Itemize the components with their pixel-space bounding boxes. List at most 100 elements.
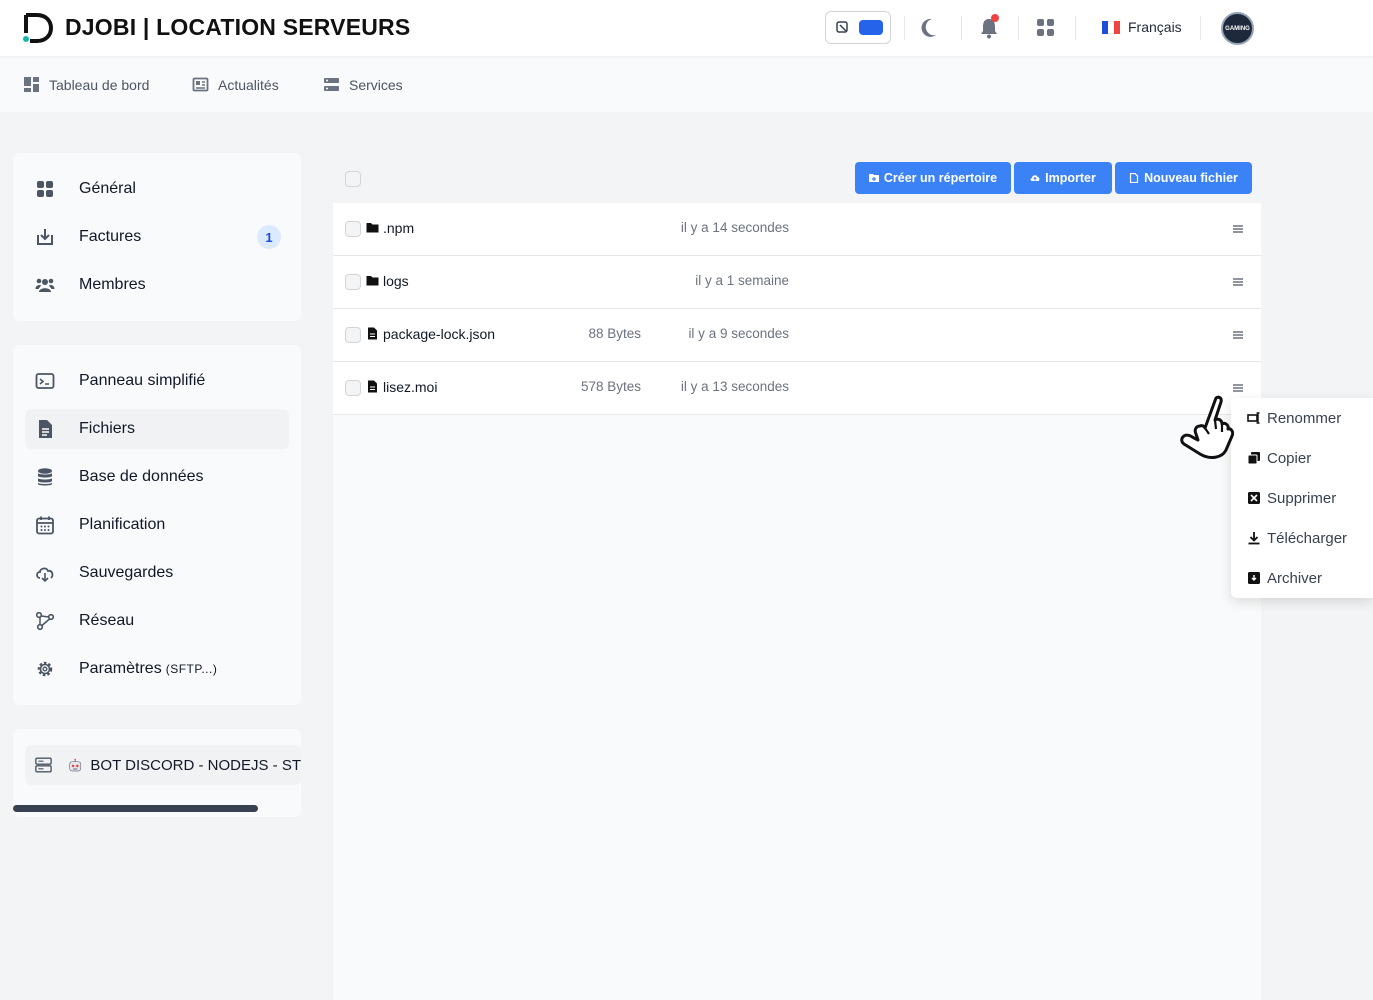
menu-item-label: Télécharger bbox=[1267, 529, 1348, 547]
cloud-backup-icon bbox=[36, 567, 54, 583]
menu-item-label: Supprimer bbox=[1267, 489, 1337, 507]
folder-plus-icon bbox=[868, 174, 879, 182]
sidebar-item-label: Factures bbox=[79, 228, 142, 245]
nav-dashboard[interactable]: Tableau de bord bbox=[23, 76, 149, 93]
copy-icon bbox=[1247, 452, 1260, 465]
sidebar-item-invoices[interactable]: Factures 1 bbox=[25, 217, 289, 257]
file-size: 88 Bytes bbox=[588, 326, 641, 341]
sidebar-item-label: Paramètres bbox=[79, 660, 162, 677]
avatar[interactable]: GAMING bbox=[1221, 12, 1254, 45]
sidebar-item-members[interactable]: Membres bbox=[25, 265, 289, 305]
file-icon bbox=[368, 380, 377, 393]
sidebar-item-label: Réseau bbox=[79, 612, 135, 629]
contrast-icon bbox=[836, 21, 848, 33]
nav-label: Tableau de bord bbox=[49, 76, 150, 93]
menu-item-label: Renommer bbox=[1267, 409, 1342, 427]
row-checkbox[interactable] bbox=[345, 327, 361, 343]
nav-services[interactable]: Services bbox=[323, 76, 403, 93]
menu-item-rename[interactable]: Renommer bbox=[1231, 400, 1373, 436]
sidebar-item-database[interactable]: Base de données bbox=[25, 457, 289, 497]
nav-news[interactable]: Actualités bbox=[192, 76, 279, 93]
divider bbox=[1200, 16, 1201, 40]
sidebar-item-files[interactable]: Fichiers bbox=[25, 409, 289, 449]
notification-dot bbox=[991, 14, 999, 22]
file-manager: Créer un répertoire Importer Nouveau fic… bbox=[333, 153, 1261, 1000]
gear-icon bbox=[37, 661, 53, 677]
row-checkbox[interactable] bbox=[345, 221, 361, 237]
hamburger-menu-icon[interactable] bbox=[1231, 276, 1245, 288]
import-button[interactable]: Importer bbox=[1014, 162, 1112, 194]
hand-cursor-icon bbox=[1180, 395, 1234, 459]
horizontal-scrollbar[interactable] bbox=[13, 805, 258, 812]
toggle-pill bbox=[859, 20, 883, 35]
sidebar-item-settings[interactable]: Paramètres (SFTP...) bbox=[25, 649, 289, 689]
file-name[interactable]: logs bbox=[383, 273, 409, 289]
row-checkbox[interactable] bbox=[345, 274, 361, 290]
sidebar-item-backups[interactable]: Sauvegardes bbox=[25, 553, 289, 593]
language-selector[interactable]: Français bbox=[1102, 19, 1182, 35]
divider bbox=[961, 16, 962, 40]
moon-icon[interactable] bbox=[919, 15, 945, 41]
rename-icon bbox=[1247, 412, 1260, 424]
file-row[interactable]: package-lock.json 88 Bytes il y a 9 seco… bbox=[333, 309, 1261, 362]
select-all-checkbox[interactable] bbox=[345, 171, 361, 187]
menu-item-copy[interactable]: Copier bbox=[1231, 440, 1373, 476]
grid-icon bbox=[37, 181, 53, 197]
menu-item-label: Copier bbox=[1267, 449, 1312, 467]
invoice-count-badge: 1 bbox=[257, 225, 281, 249]
account-menu: Général Factures 1 Membres bbox=[13, 153, 301, 321]
sidebar-item-label: Fichiers bbox=[79, 420, 136, 437]
server-rack-icon bbox=[35, 757, 52, 773]
create-directory-button[interactable]: Créer un répertoire bbox=[855, 162, 1011, 194]
network-icon bbox=[35, 611, 55, 631]
database-icon bbox=[38, 468, 52, 486]
menu-item-archive[interactable]: Archiver bbox=[1231, 560, 1373, 596]
hamburger-menu-icon[interactable] bbox=[1231, 382, 1245, 394]
cloud-upload-icon bbox=[1030, 175, 1040, 181]
logo-icon[interactable] bbox=[20, 11, 54, 45]
divider bbox=[1018, 16, 1019, 40]
file-modified: il y a 13 secondes bbox=[680, 379, 789, 394]
users-icon bbox=[35, 278, 55, 292]
server-menu: Panneau simplifié Fichiers Base de donné… bbox=[13, 345, 301, 705]
menu-item-download[interactable]: Télécharger bbox=[1231, 520, 1373, 556]
file-row[interactable]: .npm il y a 14 secondes bbox=[333, 203, 1261, 256]
sidebar-item-general[interactable]: Général bbox=[25, 169, 289, 209]
hamburger-menu-icon[interactable] bbox=[1231, 329, 1245, 341]
file-row[interactable]: logs il y a 1 semaine bbox=[333, 256, 1261, 309]
file-name[interactable]: .npm bbox=[383, 220, 414, 236]
file-modified: il y a 14 secondes bbox=[680, 220, 789, 235]
row-checkbox[interactable] bbox=[345, 380, 361, 396]
sidebar-item-network[interactable]: Réseau bbox=[25, 601, 289, 641]
server-selector[interactable]: BOT DISCORD - NODEJS - ST bbox=[25, 745, 301, 785]
file-row[interactable]: lisez.moi 578 Bytes il y a 13 secondes bbox=[333, 362, 1261, 415]
sidebar-item-label: Panneau simplifié bbox=[79, 372, 206, 389]
newspaper-icon bbox=[192, 77, 209, 92]
file-name[interactable]: lisez.moi bbox=[383, 379, 437, 395]
invoice-download-icon bbox=[37, 229, 53, 245]
sidebar-item-schedule[interactable]: Planification bbox=[25, 505, 289, 545]
new-file-button[interactable]: Nouveau fichier bbox=[1115, 162, 1252, 194]
divider bbox=[1075, 16, 1076, 40]
divider bbox=[904, 16, 905, 40]
file-icon bbox=[39, 420, 52, 438]
button-label: Créer un répertoire bbox=[883, 171, 998, 185]
menu-item-delete[interactable]: Supprimer bbox=[1231, 480, 1373, 516]
file-modified: il y a 9 secondes bbox=[688, 326, 789, 341]
folder-icon bbox=[366, 276, 379, 286]
brand-title[interactable]: DJOBI | LOCATION SERVEURS bbox=[65, 14, 410, 41]
hamburger-menu-icon[interactable] bbox=[1231, 223, 1245, 235]
nav-label: Services bbox=[349, 76, 403, 93]
apps-grid-icon[interactable] bbox=[1033, 15, 1059, 41]
button-label: Importer bbox=[1045, 171, 1096, 185]
theme-toggle[interactable] bbox=[825, 11, 891, 44]
france-flag-icon bbox=[1102, 20, 1120, 34]
file-name[interactable]: package-lock.json bbox=[383, 326, 495, 342]
sidebar-item-simple-panel[interactable]: Panneau simplifié bbox=[25, 361, 289, 401]
sidebar-item-label: Général bbox=[79, 180, 136, 197]
sidebar-item-label: Planification bbox=[79, 516, 166, 533]
top-navigation: Tableau de bord Actualités Services bbox=[0, 58, 1373, 112]
download-icon bbox=[1248, 532, 1260, 545]
file-toolbar: Créer un répertoire Importer Nouveau fic… bbox=[333, 153, 1261, 203]
file-size: 578 Bytes bbox=[580, 379, 641, 394]
